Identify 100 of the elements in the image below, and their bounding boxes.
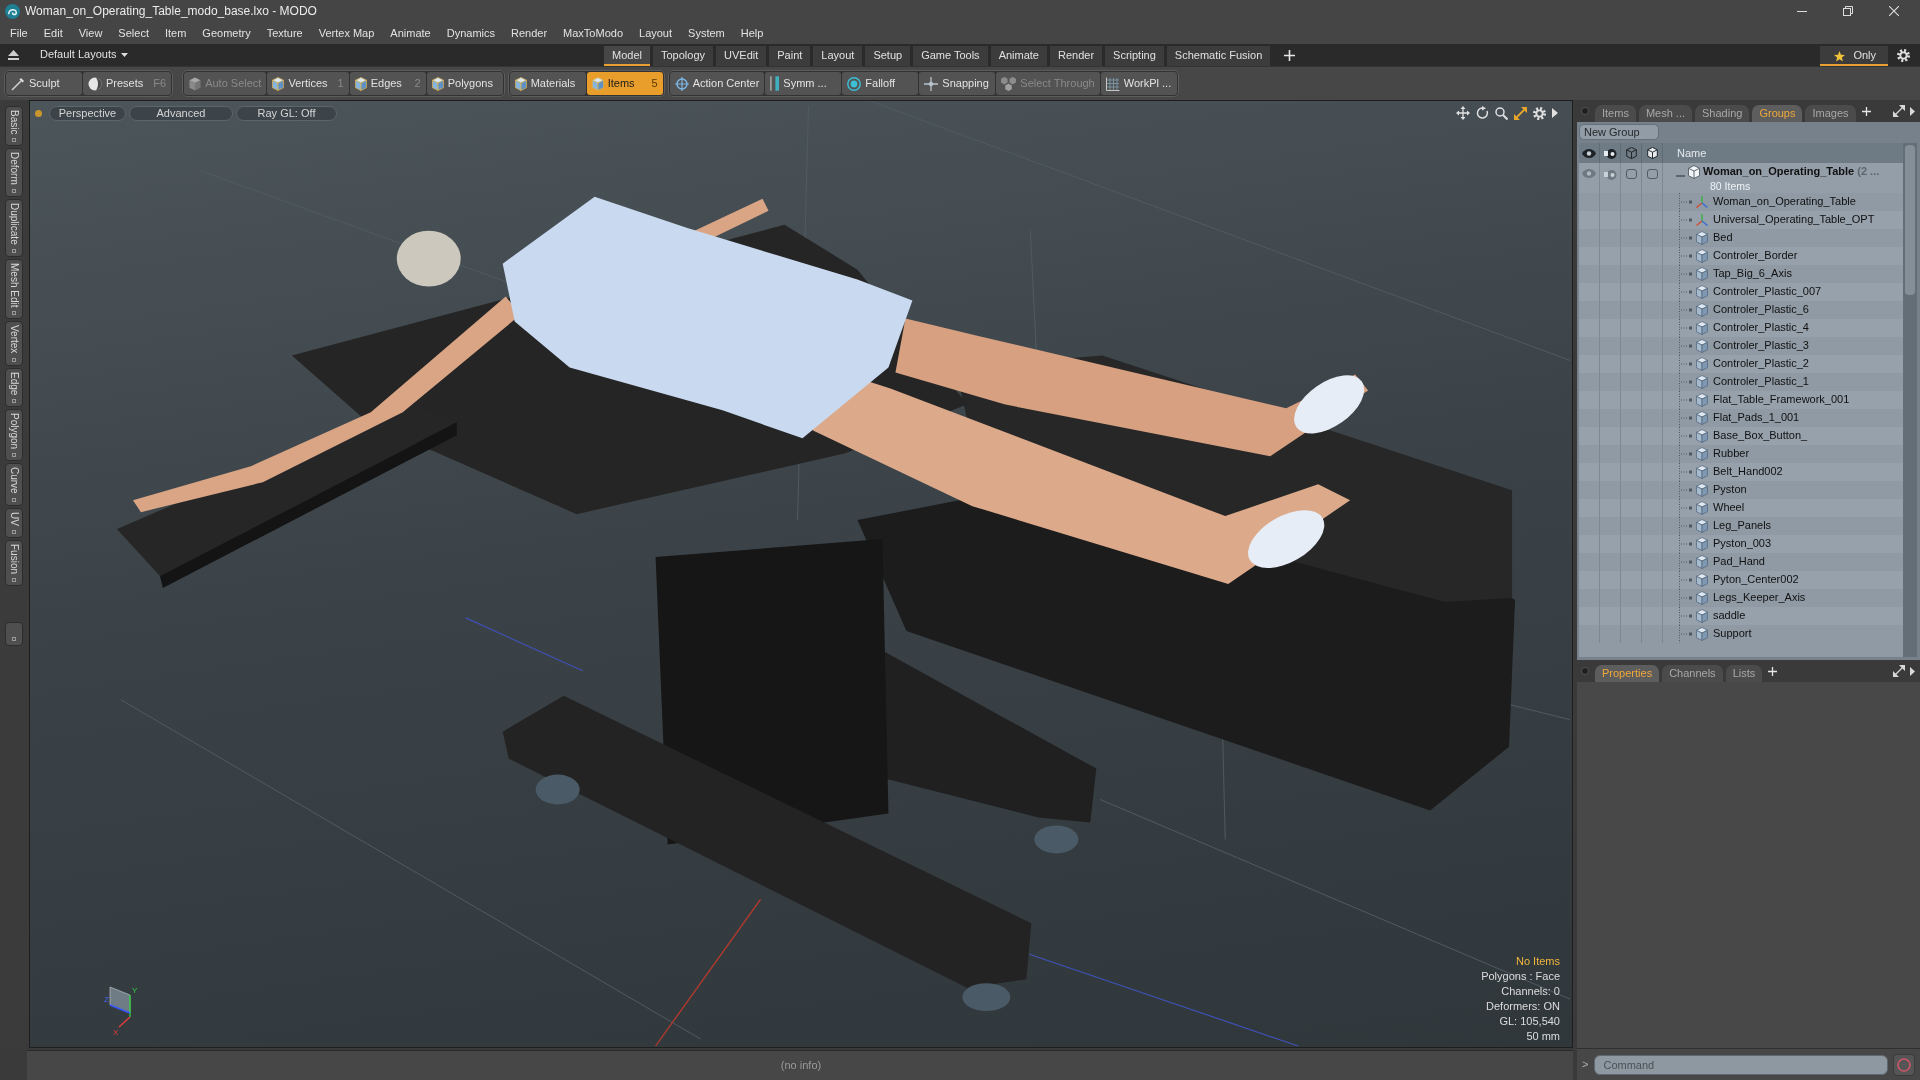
menu-item[interactable]: Geometry (194, 23, 259, 43)
menu-item[interactable]: Item (156, 23, 195, 43)
menu-item[interactable]: Render (503, 23, 556, 43)
search-icon[interactable] (1495, 106, 1508, 120)
panel-tab[interactable]: Channels (1662, 665, 1723, 682)
camera-icon[interactable] (1603, 169, 1617, 180)
item-row[interactable]: Controler_Border (1579, 247, 1903, 265)
viewport-button[interactable]: Ray GL: Off (236, 105, 337, 121)
layout-tab[interactable]: Paint (769, 46, 811, 66)
menu-item[interactable]: Vertex Map (310, 23, 383, 43)
expand-icon[interactable] (1893, 105, 1905, 117)
side-tab[interactable]: UV (5, 507, 23, 538)
menu-item[interactable]: Layout (631, 23, 681, 43)
item-row[interactable]: Controler_Plastic_007 (1579, 283, 1903, 301)
move-icon[interactable] (1456, 106, 1470, 120)
tool-button[interactable]: Action Center (669, 72, 765, 95)
side-tab[interactable]: Vertex (5, 321, 23, 366)
menu-item[interactable]: Texture (258, 23, 311, 43)
add-icon[interactable] (1284, 50, 1296, 61)
toggle-box[interactable] (1646, 169, 1658, 179)
menu-item[interactable]: MaxToModo (555, 23, 631, 43)
play-arrow-icon[interactable] (1552, 108, 1558, 118)
item-row[interactable]: Wheel (1579, 499, 1903, 517)
side-button[interactable] (5, 621, 23, 646)
menu-item[interactable]: View (70, 23, 111, 43)
layout-tab[interactable]: Setup (865, 46, 911, 66)
menu-item[interactable]: Animate (382, 23, 439, 43)
layout-tab[interactable]: Topology (652, 46, 713, 66)
item-row[interactable]: Pyston_003 (1579, 535, 1903, 553)
menu-item[interactable]: Dynamics (438, 23, 503, 43)
command-field[interactable]: Command (1594, 1054, 1888, 1075)
viewport-button[interactable]: Perspective (49, 105, 126, 121)
expand-icon[interactable] (1893, 665, 1905, 677)
item-row[interactable]: Controler_Plastic_2 (1579, 355, 1903, 373)
rotate-icon[interactable] (1476, 106, 1489, 120)
item-row[interactable]: Flat_Table_Framework_001 (1579, 391, 1903, 409)
layout-tab[interactable]: Model (604, 46, 650, 66)
layout-tab[interactable]: Game Tools (913, 46, 988, 66)
layout-tab[interactable]: Scripting (1105, 46, 1164, 66)
settings-icon[interactable] (1533, 106, 1546, 120)
new-group-button[interactable]: New Group (1579, 124, 1659, 140)
menu-item[interactable]: Select (110, 23, 157, 43)
layouts-dropdown[interactable]: Default Layouts (36, 44, 133, 66)
panel-tab[interactable]: Images (1805, 105, 1856, 122)
panel-tab[interactable]: Lists (1725, 665, 1763, 682)
add-icon[interactable] (1768, 666, 1778, 676)
panel-tab[interactable]: Items (1595, 105, 1636, 122)
tool-button[interactable]: Snapping (919, 72, 996, 95)
side-tab[interactable]: Duplicate (5, 199, 23, 257)
menu-item[interactable]: Help (732, 23, 772, 43)
tool-button[interactable]: Sculpt (6, 72, 82, 95)
settings-icon[interactable] (1897, 49, 1910, 62)
side-tab[interactable]: Basic (5, 106, 23, 147)
favorites-tab[interactable]: Only (1820, 46, 1888, 66)
menu-item[interactable]: Edit (35, 23, 71, 43)
scrollbar-thumb[interactable] (1905, 145, 1915, 295)
restore-icon[interactable] (1843, 6, 1853, 16)
side-tab[interactable]: Curve (5, 463, 23, 506)
side-tab[interactable]: Edge (5, 367, 23, 408)
tool-button[interactable]: WorkPl ... (1100, 72, 1177, 95)
menu-item[interactable]: File (2, 23, 36, 43)
item-row[interactable]: Pyton_Center002 (1579, 571, 1903, 589)
side-tab[interactable]: Polygon (5, 409, 23, 462)
tool-button[interactable]: Symm ... (765, 72, 842, 95)
item-row[interactable]: Base_Box_Button_ (1579, 427, 1903, 445)
add-icon[interactable] (1861, 106, 1871, 116)
menu-item[interactable]: System (680, 23, 733, 43)
panel-tab[interactable]: Mesh ... (1638, 105, 1693, 122)
caret-right-icon[interactable] (1910, 666, 1915, 676)
side-tab[interactable]: Mesh Edit (5, 258, 23, 320)
side-tab[interactable]: Fusion (5, 539, 23, 586)
toggle-box[interactable] (1625, 169, 1637, 179)
panel-tab[interactable]: Shading (1695, 105, 1750, 122)
layout-tab[interactable]: Animate (990, 46, 1047, 66)
layout-tab[interactable]: UVEdit (716, 46, 767, 66)
layout-tab[interactable]: Render (1050, 46, 1103, 66)
panel-tab[interactable]: Groups (1752, 105, 1803, 122)
tool-button[interactable]: Falloff (842, 72, 919, 95)
record-button[interactable] (1893, 1053, 1915, 1076)
item-row[interactable]: Universal_Operating_Table_OPT (1579, 211, 1903, 229)
item-row[interactable]: Controler_Plastic_4 (1579, 319, 1903, 337)
column-header[interactable]: Name (1663, 143, 1707, 163)
side-tab[interactable]: Deform (5, 148, 23, 198)
minimize-icon[interactable] (1797, 10, 1807, 12)
collapse-arrow-icon[interactable] (8, 50, 19, 60)
group-row[interactable]: Woman_on_Operating_Table (2 ... 80 Items (1579, 163, 1903, 193)
tool-button[interactable]: Materials (509, 72, 586, 95)
maximize-icon[interactable] (1514, 106, 1527, 120)
item-row[interactable]: saddle (1579, 607, 1903, 625)
layout-tab[interactable]: Layout (813, 46, 863, 66)
tool-button[interactable]: Items 5 (586, 72, 663, 95)
item-row[interactable]: Belt_Hand002 (1579, 463, 1903, 481)
tool-button[interactable]: Polygons (426, 72, 503, 95)
panel-tab[interactable]: Properties (1595, 665, 1660, 682)
close-icon[interactable] (1889, 6, 1899, 16)
viewport-button[interactable]: Advanced (129, 105, 233, 121)
caret-right-icon[interactable] (1910, 106, 1915, 116)
caret-down-icon (121, 53, 129, 57)
scrollbar[interactable] (1903, 143, 1917, 657)
layout-tab[interactable]: Schematic Fusion (1166, 46, 1271, 66)
